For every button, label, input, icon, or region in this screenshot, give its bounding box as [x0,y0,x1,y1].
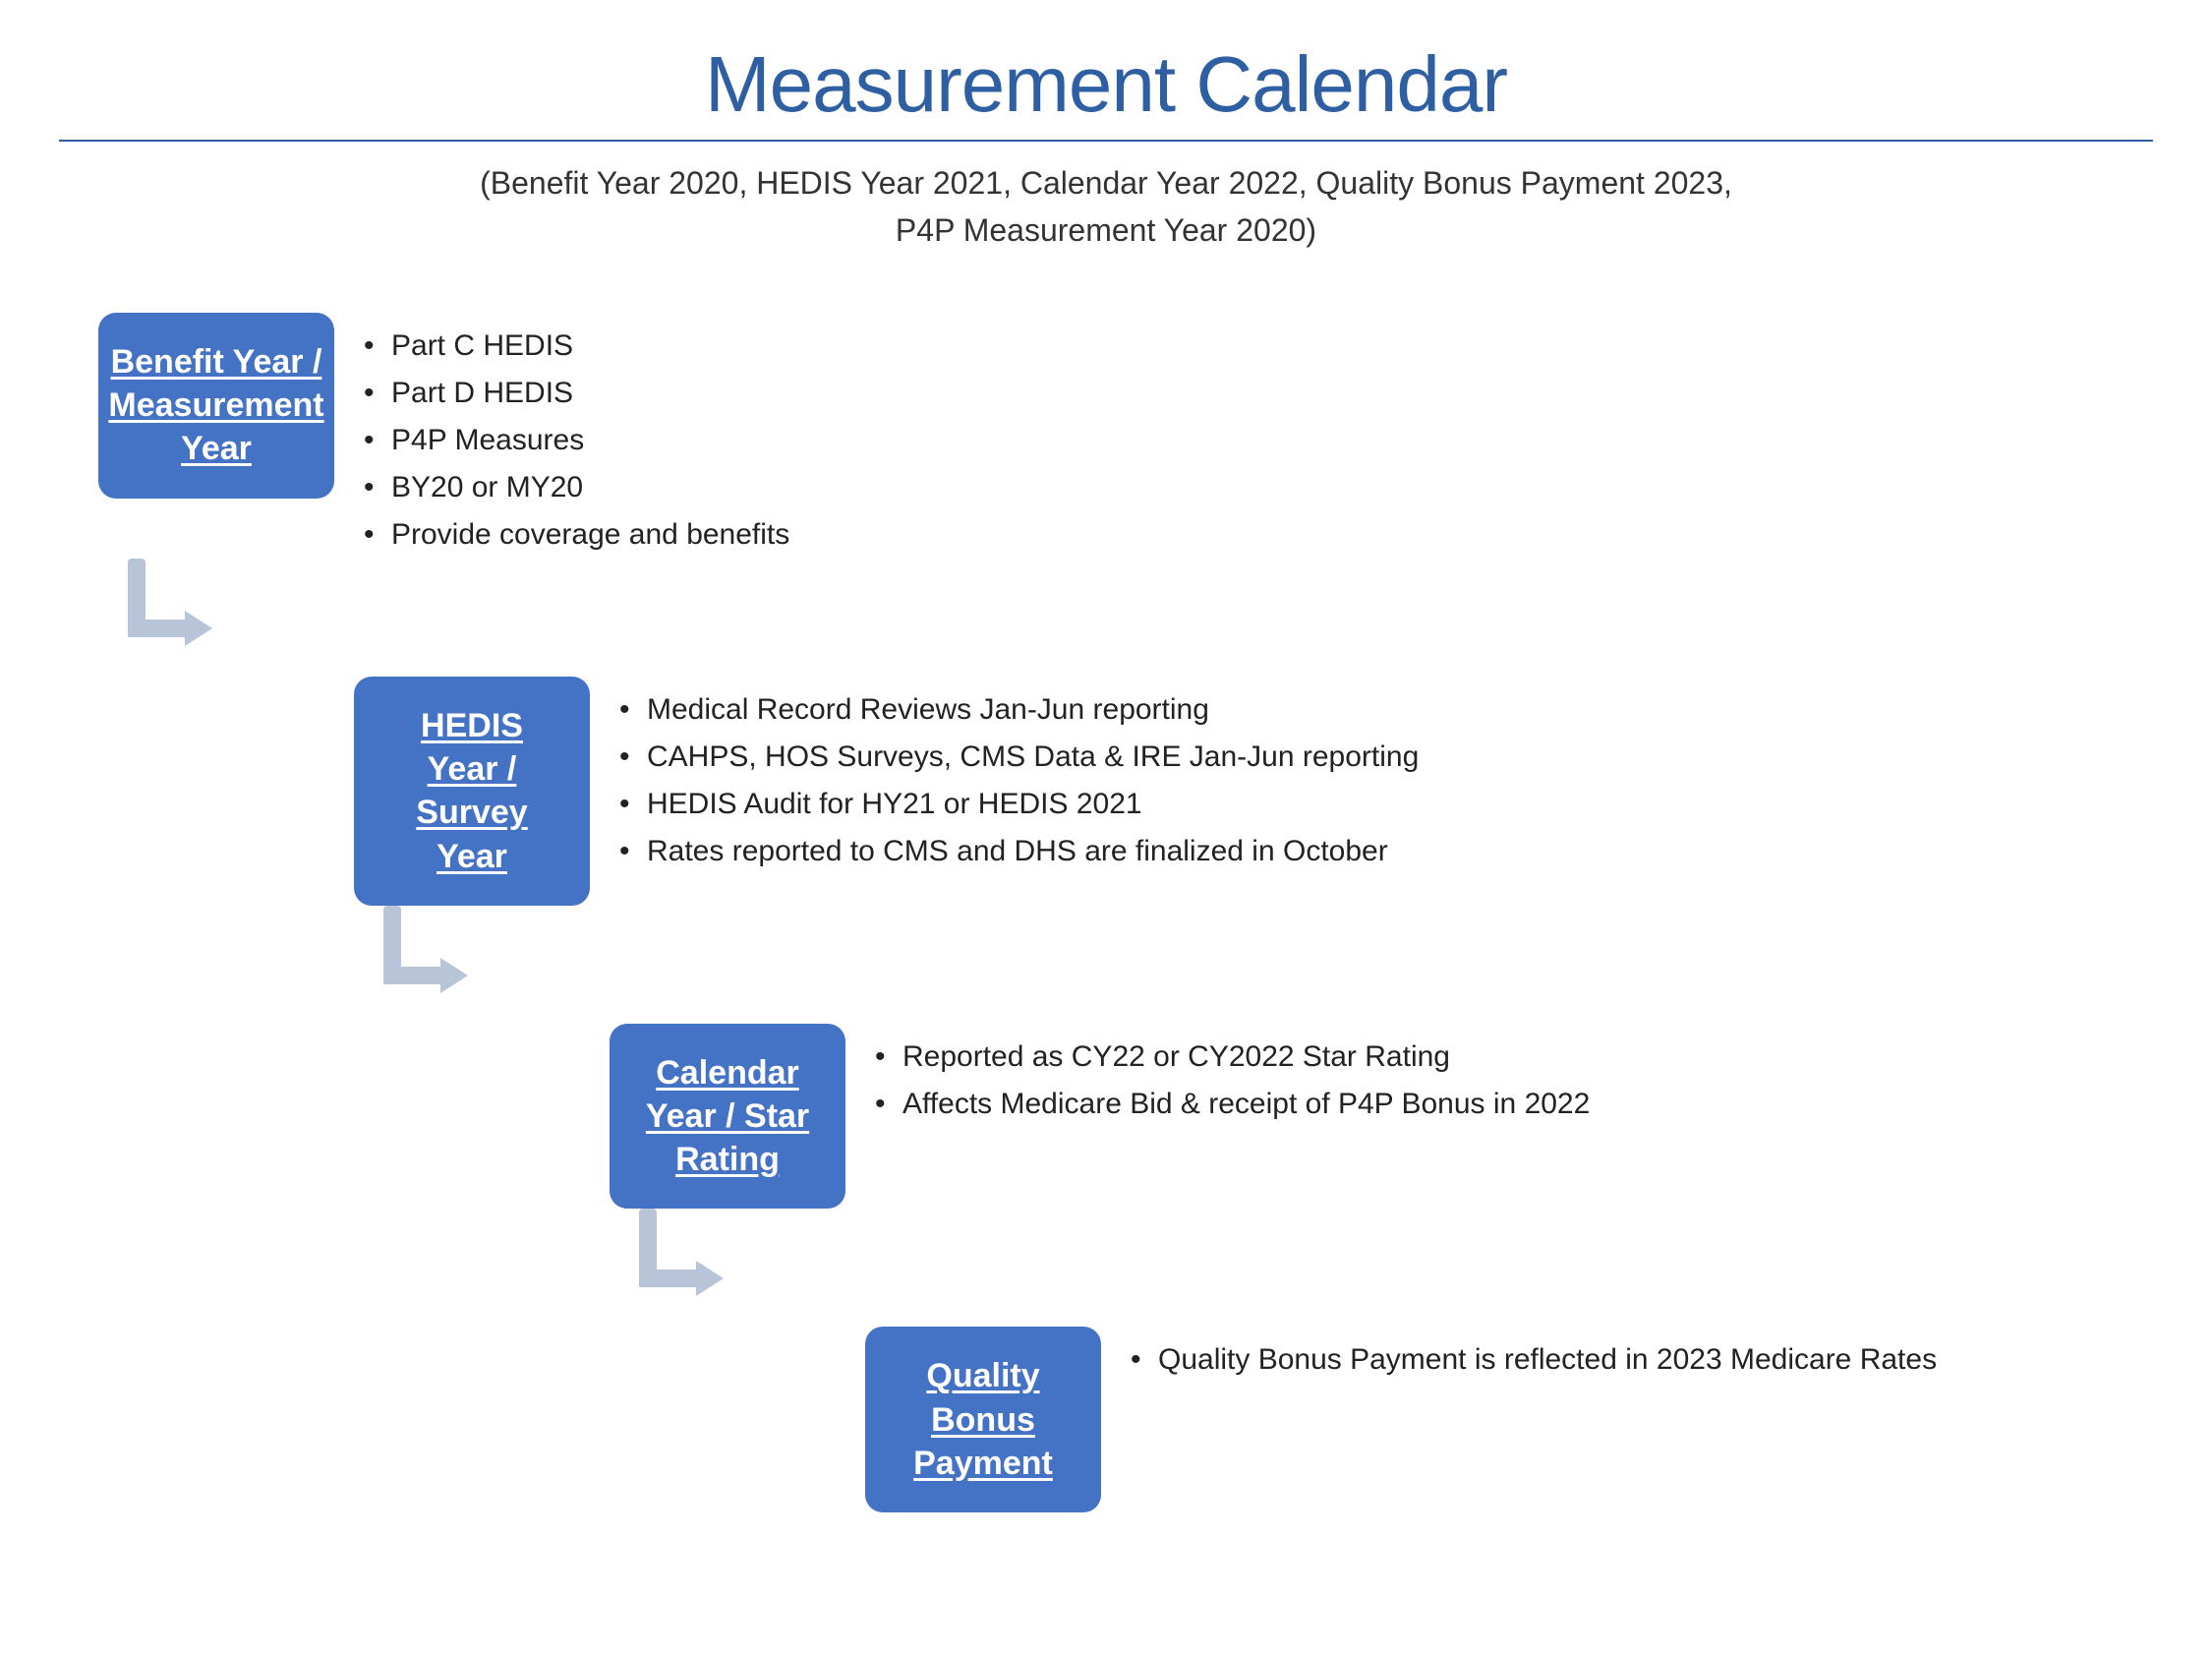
title-divider [59,140,2153,142]
arrow-2 [354,906,2153,1034]
quality-bonus-box: Quality Bonus Payment [865,1327,1101,1512]
calendar-year-bullets: Reported as CY22 or CY2022 Star Rating A… [845,1024,1590,1128]
calendar-year-box: Calendar Year / Star Rating [610,1024,845,1210]
bullet-item: Medical Record Reviews Jan-Jun reporting [619,686,1419,734]
bullet-item: Quality Bonus Payment is reflected in 20… [1131,1336,1937,1384]
bullet-item: CAHPS, HOS Surveys, CMS Data & IRE Jan-J… [619,734,1419,781]
bullet-item: BY20 or MY20 [364,464,789,511]
page-subtitle: (Benefit Year 2020, HEDIS Year 2021, Cal… [59,159,2153,254]
arrowhead-2 [440,958,468,993]
flow-diagram: Benefit Year / Measurement Year Part C H… [59,313,2153,1512]
bullet-item: Provide coverage and benefits [364,511,789,559]
bullet-item: Reported as CY22 or CY2022 Star Rating [875,1034,1590,1081]
quality-bonus-bullets: Quality Bonus Payment is reflected in 20… [1101,1327,1937,1384]
hedis-year-bullets: Medical Record Reviews Jan-Jun reporting… [590,677,1419,875]
arrow-1 [98,559,2153,686]
hedis-year-box: HEDIS Year / Survey Year [354,677,590,906]
quality-bonus-row: Quality Bonus Payment Quality Bonus Paym… [865,1327,2153,1512]
hedis-year-row: HEDIS Year / Survey Year Medical Record … [354,677,2153,906]
bullet-item: HEDIS Audit for HY21 or HEDIS 2021 [619,781,1419,828]
l-arrow-3 [610,1209,718,1336]
benefit-year-row: Benefit Year / Measurement Year Part C H… [98,313,2153,559]
benefit-year-box: Benefit Year / Measurement Year [98,313,334,499]
l-arrow-2 [354,906,462,1034]
arrow-3 [610,1209,2153,1336]
page-title: Measurement Calendar [59,39,2153,130]
calendar-year-row: Calendar Year / Star Rating Reported as … [610,1024,2153,1210]
arrowhead-1 [185,611,212,646]
bullet-item: Part D HEDIS [364,370,789,417]
bullet-item: P4P Measures [364,417,789,464]
benefit-year-bullets: Part C HEDIS Part D HEDIS P4P Measures B… [334,313,789,559]
arrowhead-3 [696,1261,724,1296]
bullet-item: Part C HEDIS [364,323,789,370]
l-arrow-1 [98,559,206,686]
bullet-item: Rates reported to CMS and DHS are finali… [619,828,1419,875]
bullet-item: Affects Medicare Bid & receipt of P4P Bo… [875,1081,1590,1128]
